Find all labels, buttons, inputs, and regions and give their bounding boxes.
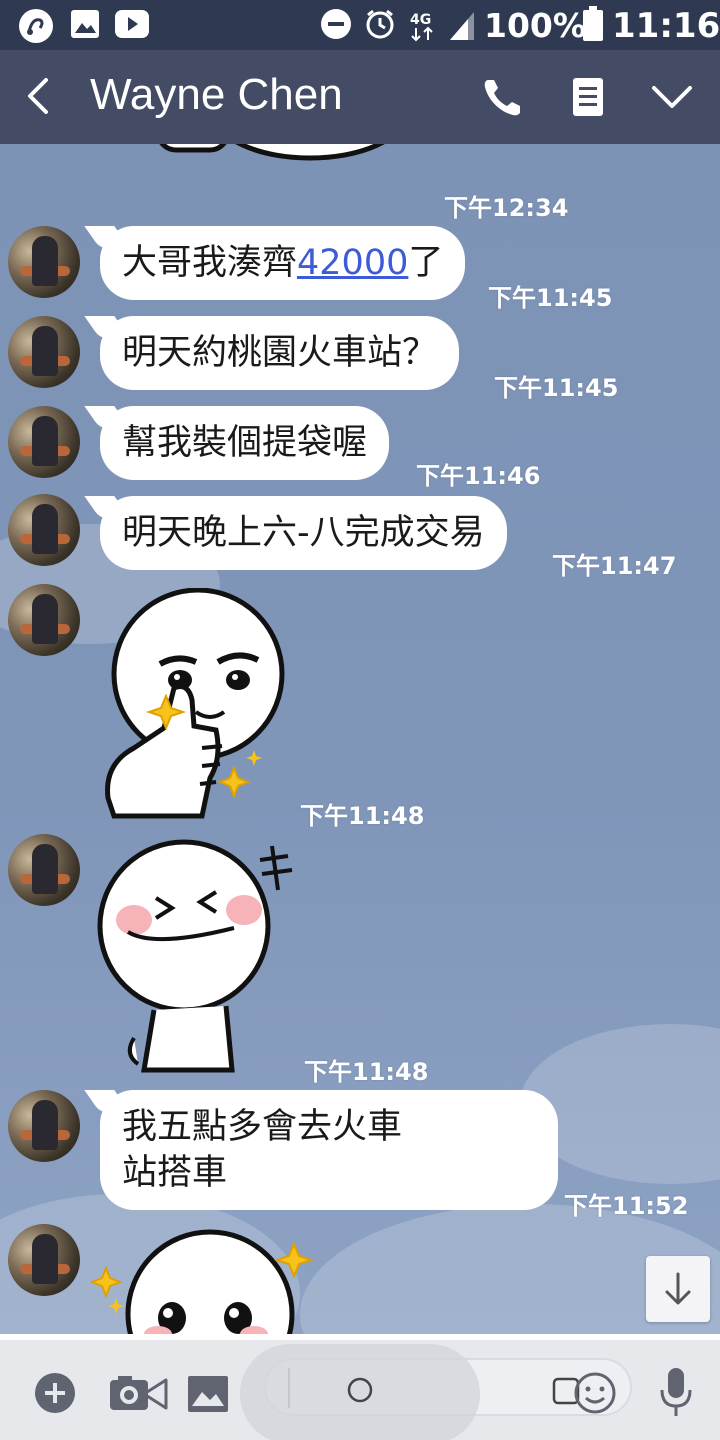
message-timestamp: 下午11:46 (416, 462, 541, 490)
notes-icon[interactable] (570, 76, 606, 118)
avatar[interactable] (8, 226, 80, 298)
message-text: 我五點多會去火車 (122, 1107, 403, 1147)
battery-percentage: 100% (484, 6, 586, 45)
scroll-to-bottom-button[interactable] (646, 1256, 710, 1322)
chat-header: Wayne Chen (0, 50, 720, 144)
message-bubble[interactable]: 大哥我湊齊42000了 (100, 226, 466, 300)
message-text: 明天晚上六-八完成交易 (122, 513, 485, 553)
gallery-notification-icon (71, 10, 99, 38)
sticker[interactable] (98, 587, 298, 828)
message-bubble[interactable]: 幫我裝個提袋喔 (100, 406, 390, 480)
sticker[interactable] (89, 1228, 330, 1334)
message-text: 了 (408, 243, 444, 283)
alarm-icon (366, 9, 394, 39)
avatar[interactable] (8, 406, 80, 478)
contact-name: Wayne Chen (90, 70, 343, 119)
message-timestamp: 下午11:47 (552, 552, 677, 580)
network-type-label: 4G (410, 12, 431, 28)
avatar[interactable] (8, 1090, 80, 1162)
status-bar: 4G 100% 11:16 (0, 0, 720, 50)
app-notification-icon (19, 9, 53, 43)
message-timestamp: 下午11:48 (300, 802, 425, 830)
message-timestamp: 下午11:48 (304, 1058, 429, 1086)
avatar[interactable] (8, 1224, 80, 1296)
sticker[interactable] (94, 838, 304, 1082)
signal-icon: 4G (410, 12, 474, 42)
message-bubble[interactable]: 明天約桃園火車站？ (100, 316, 460, 390)
avatar[interactable] (8, 316, 80, 388)
do-not-disturb-icon (321, 9, 351, 39)
avatar[interactable] (8, 584, 80, 656)
message-link[interactable]: 42000 (297, 243, 408, 283)
microphone-icon[interactable] (656, 1366, 696, 1418)
camera-icon[interactable] (108, 1374, 168, 1414)
image-gallery-icon[interactable] (186, 1374, 230, 1414)
avatar[interactable] (8, 834, 80, 906)
youtube-notification-icon (115, 10, 149, 38)
message-timestamp: 下午11:45 (494, 374, 619, 402)
message-timestamp: 下午11:45 (488, 284, 613, 312)
home-circle-icon[interactable] (346, 1376, 374, 1404)
sticker[interactable] (150, 144, 410, 208)
message-input-bar (0, 1334, 720, 1440)
chevron-down-icon[interactable] (650, 80, 694, 114)
emoji-icon[interactable] (572, 1370, 618, 1416)
message-bubble[interactable]: 我五點多會去火車 站搭車 (100, 1090, 558, 1210)
chat-message-list[interactable]: 下午12:34 大哥我湊齊42000了 下午11:45 明天約桃園火車站？ 下午… (0, 144, 720, 1334)
add-plus-icon[interactable] (34, 1372, 76, 1414)
message-text: 幫我裝個提袋喔 (122, 423, 368, 463)
message-text: 明天約桃園火車站？ (122, 333, 438, 373)
message-timestamp: 下午12:34 (444, 194, 569, 222)
avatar[interactable] (8, 494, 80, 566)
message-timestamp: 下午11:52 (564, 1192, 689, 1220)
arrow-down-icon (665, 1272, 691, 1305)
back-arrow-icon[interactable] (22, 76, 56, 116)
phone-call-icon[interactable] (482, 76, 524, 118)
status-clock: 11:16 (612, 6, 720, 46)
message-bubble[interactable]: 明天晚上六-八完成交易 (100, 496, 507, 570)
message-text: 站搭車 (122, 1153, 228, 1193)
message-text: 大哥我湊齊 (122, 243, 298, 283)
battery-icon (583, 6, 603, 41)
